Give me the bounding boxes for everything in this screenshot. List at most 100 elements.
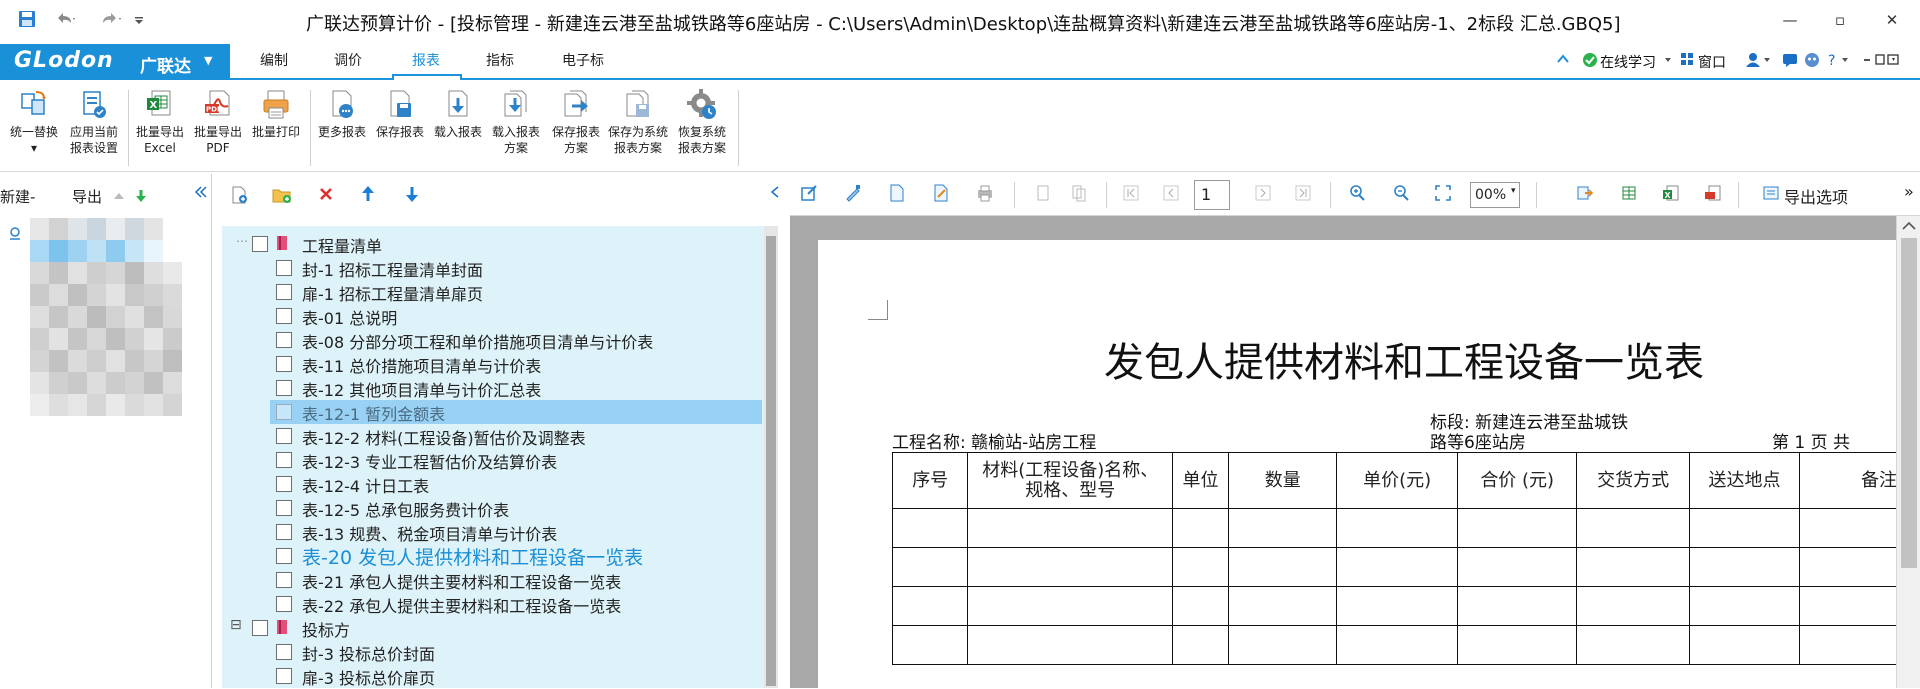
more-reports-button[interactable]: 更多报表	[312, 88, 372, 140]
export-pdf-icon[interactable]	[1704, 184, 1726, 206]
export-options-button[interactable]: 导出选项	[1784, 184, 1848, 208]
online-learning-button[interactable]: 在线学习	[1600, 52, 1656, 72]
batch-export-pdf-button[interactable]: PDF 批量导出 PDF	[188, 88, 248, 156]
zoom-in-icon[interactable]	[1348, 184, 1370, 206]
last-page-icon[interactable]	[1294, 184, 1316, 206]
tree-checkbox[interactable]	[276, 428, 292, 444]
tree-item[interactable]: 表-12-3 专业工程暂估价及结算价表	[222, 448, 762, 472]
export-icon[interactable]	[1576, 184, 1598, 206]
tree-checkbox[interactable]	[276, 260, 292, 276]
tree-checkbox[interactable]	[276, 596, 292, 612]
tree-item-selected[interactable]: 表-12-1 暂列金额表	[270, 400, 762, 424]
design-icon[interactable]	[844, 184, 866, 206]
tree-item[interactable]: 扉-1 招标工程量清单扉页	[222, 280, 762, 304]
batch-export-excel-button[interactable]: X 批量导出 Excel	[130, 88, 190, 156]
tree-item[interactable]: 表-13 规费、税金项目清单与计价表	[222, 520, 762, 544]
tree-checkbox[interactable]	[276, 452, 292, 468]
app-menu-button[interactable]: GLodon 广联达 ▼	[0, 44, 230, 80]
move-up-icon[interactable]	[112, 190, 126, 202]
save-report-button[interactable]: 保存报表	[370, 88, 430, 140]
chevron-down-icon[interactable]	[1664, 52, 1672, 66]
tree-item[interactable]: 扉-3 投标总价扉页	[222, 664, 762, 688]
tab-zhibiao[interactable]: 指标	[486, 50, 514, 70]
customize-quick-access-icon[interactable]	[134, 10, 156, 32]
batch-print-button[interactable]: 批量打印	[246, 88, 306, 140]
page-number-input[interactable]: 1	[1194, 180, 1230, 210]
restore-button[interactable]: ▫	[1820, 6, 1860, 34]
new-button[interactable]: 新建-	[0, 186, 35, 207]
tab-tiaojia[interactable]: 调价	[334, 50, 362, 70]
online-learning-icon[interactable]	[1582, 52, 1598, 68]
save-icon[interactable]	[18, 10, 40, 32]
move-down-icon[interactable]	[134, 188, 148, 204]
tree-checkbox[interactable]	[276, 668, 292, 684]
page-edit-icon[interactable]	[932, 184, 954, 206]
tree-item[interactable]: 表-12-2 材料(工程设备)暂估价及调整表	[222, 424, 762, 448]
delete-icon[interactable]	[318, 186, 334, 202]
tree-item[interactable]: 表-11 总价措施项目清单与计价表	[222, 352, 762, 376]
collapse-left-pane-icon[interactable]	[194, 184, 208, 200]
tree-item[interactable]: 表-12 其他项目清单与计价汇总表	[222, 376, 762, 400]
zoom-out-icon[interactable]	[1392, 184, 1414, 206]
load-report-button[interactable]: 载入报表	[428, 88, 488, 140]
save-as-system-scheme-button[interactable]: 保存为系统 报表方案	[608, 88, 668, 156]
single-page-icon[interactable]	[1034, 184, 1056, 206]
tree-item[interactable]: 表-21 承包人提供主要材料和工程设备一览表	[222, 568, 762, 592]
tree-checkbox[interactable]	[276, 284, 292, 300]
tree-checkbox[interactable]	[252, 236, 268, 252]
preview-scrollbar[interactable]	[1896, 216, 1920, 688]
tab-baobiao[interactable]: 报表	[412, 50, 440, 70]
scrollbar-thumb[interactable]	[1901, 238, 1917, 568]
tree-checkbox[interactable]	[276, 500, 292, 516]
scroll-up-icon[interactable]	[1897, 216, 1920, 236]
tree-item[interactable]: 表-12-5 总承包服务费计价表	[222, 496, 762, 520]
tree-checkbox[interactable]	[276, 524, 292, 540]
tree-item[interactable]: 封-3 投标总价封面	[222, 640, 762, 664]
scrollbar-thumb[interactable]	[766, 236, 776, 686]
new-folder-icon[interactable]	[272, 186, 292, 204]
export-button[interactable]: 导出	[72, 186, 102, 207]
tree-item[interactable]: 表-22 承包人提供主要材料和工程设备一览表	[222, 592, 762, 616]
ribbon-options-icon[interactable]	[1862, 52, 1902, 68]
tree-checkbox[interactable]	[252, 620, 268, 636]
tab-dianzibiao[interactable]: 电子标	[562, 50, 604, 70]
tree-checkbox[interactable]	[276, 404, 292, 420]
help-icon[interactable]: ?	[1826, 52, 1852, 68]
unified-replace-button[interactable]: 统一替换 ▾	[4, 88, 64, 156]
tree-item[interactable]: 表-08 分部分项工程和单价措施项目清单与计价表	[222, 328, 762, 352]
tree-item-current[interactable]: 表-20 发包人提供材料和工程设备一览表	[222, 544, 762, 569]
move-up-icon[interactable]	[360, 185, 376, 203]
save-report-scheme-button[interactable]: 保存报表 方案	[546, 88, 606, 156]
multi-page-icon[interactable]	[1070, 184, 1092, 206]
load-report-scheme-button[interactable]: 载入报表 方案	[486, 88, 546, 156]
tree-checkbox[interactable]	[276, 308, 292, 324]
tree-checkbox[interactable]	[276, 332, 292, 348]
edit-icon[interactable]	[800, 184, 822, 206]
tree-checkbox[interactable]	[276, 380, 292, 396]
tree-item[interactable]: 表-01 总说明	[222, 304, 762, 328]
export-excel-icon[interactable]: X	[1662, 184, 1684, 206]
user-icon[interactable]	[1746, 52, 1772, 68]
previous-page-icon[interactable]	[1162, 184, 1184, 206]
page-icon[interactable]	[888, 184, 910, 206]
window-menu-button[interactable]: 窗口	[1698, 52, 1726, 72]
collapse-toggle-icon[interactable]: ⊟	[230, 617, 242, 633]
new-report-icon[interactable]	[230, 186, 248, 204]
next-page-icon[interactable]	[1254, 184, 1276, 206]
tree-checkbox[interactable]	[276, 644, 292, 660]
tree-group-gongchengliangqingdan[interactable]: ⋯ 工程量清单	[222, 232, 762, 256]
apply-current-report-settings-button[interactable]: 应用当前 报表设置	[64, 88, 124, 156]
tree-checkbox[interactable]	[276, 476, 292, 492]
move-down-icon[interactable]	[404, 185, 420, 203]
close-button[interactable]: ✕	[1872, 6, 1912, 34]
collapse-report-list-icon[interactable]	[768, 184, 782, 200]
export-table-icon[interactable]	[1620, 184, 1642, 206]
message-icon[interactable]	[1782, 52, 1798, 68]
assistant-icon[interactable]	[1804, 52, 1820, 68]
redo-icon[interactable]	[100, 10, 122, 32]
undo-icon[interactable]	[54, 10, 76, 32]
window-grid-icon[interactable]	[1680, 52, 1694, 66]
minimize-button[interactable]: —	[1770, 6, 1810, 34]
restore-system-scheme-button[interactable]: 恢复系统 报表方案	[672, 88, 732, 156]
tree-checkbox[interactable]	[276, 572, 292, 588]
